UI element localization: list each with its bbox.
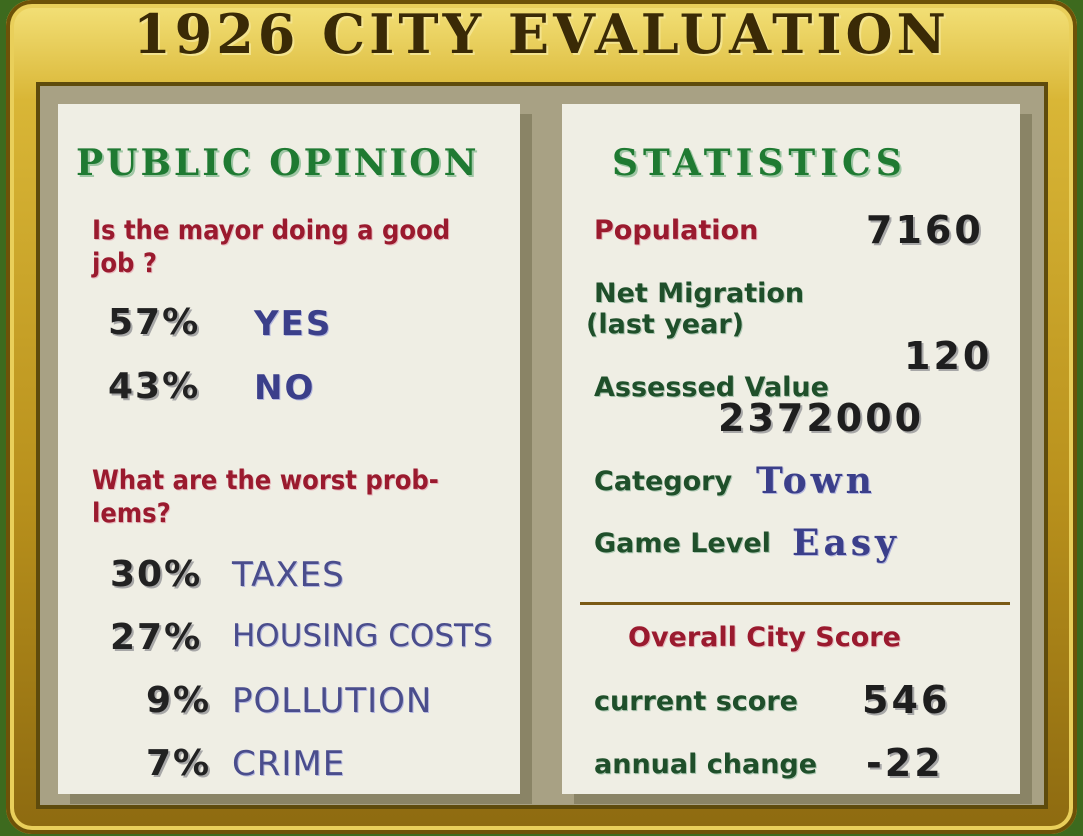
problem-label: HOUSING COSTS	[232, 618, 493, 654]
game-level-value: Easy	[792, 522, 900, 564]
problem-percent: 30%	[110, 554, 203, 595]
no-label: NO	[254, 368, 316, 408]
migration-label-sub: (last year)	[586, 309, 744, 340]
population-label: Population	[594, 215, 759, 246]
problem-percent: 9%	[146, 680, 212, 721]
problem-label: CRIME	[232, 744, 346, 784]
page-title: 1926 CITY EVALUATION	[133, 2, 950, 66]
category-value: Town	[756, 460, 876, 502]
overall-score-heading: Overall City Score	[628, 622, 901, 653]
problem-label: TAXES	[232, 555, 345, 595]
question-problems-line2: lems?	[92, 498, 171, 529]
annual-change-value: -22	[866, 741, 944, 785]
question-mayor-line2: job ?	[92, 248, 157, 279]
problem-percent: 7%	[146, 743, 212, 784]
population-value: 7160	[866, 208, 984, 252]
yes-label: YES	[254, 304, 333, 344]
category-label: Category	[594, 466, 733, 497]
problem-label: POLLUTION	[232, 681, 433, 721]
current-score-label: current score	[594, 686, 798, 717]
question-problems-line1: What are the worst prob-	[92, 465, 439, 496]
problem-percent: 27%	[110, 617, 203, 658]
divider	[580, 602, 1010, 605]
public-opinion-heading: PUBLIC OPINION	[76, 142, 480, 184]
assessed-value: 2372000	[718, 396, 925, 440]
statistics-heading: STATISTICS	[612, 142, 907, 184]
current-score-value: 546	[862, 678, 951, 722]
migration-label: Net Migration	[594, 278, 805, 309]
no-percent: 43%	[108, 366, 201, 407]
game-level-label: Game Level	[594, 528, 771, 559]
migration-value: 120	[904, 334, 993, 378]
yes-percent: 57%	[108, 302, 201, 343]
annual-change-label: annual change	[594, 749, 818, 780]
question-mayor-line1: Is the mayor doing a good	[92, 215, 451, 246]
